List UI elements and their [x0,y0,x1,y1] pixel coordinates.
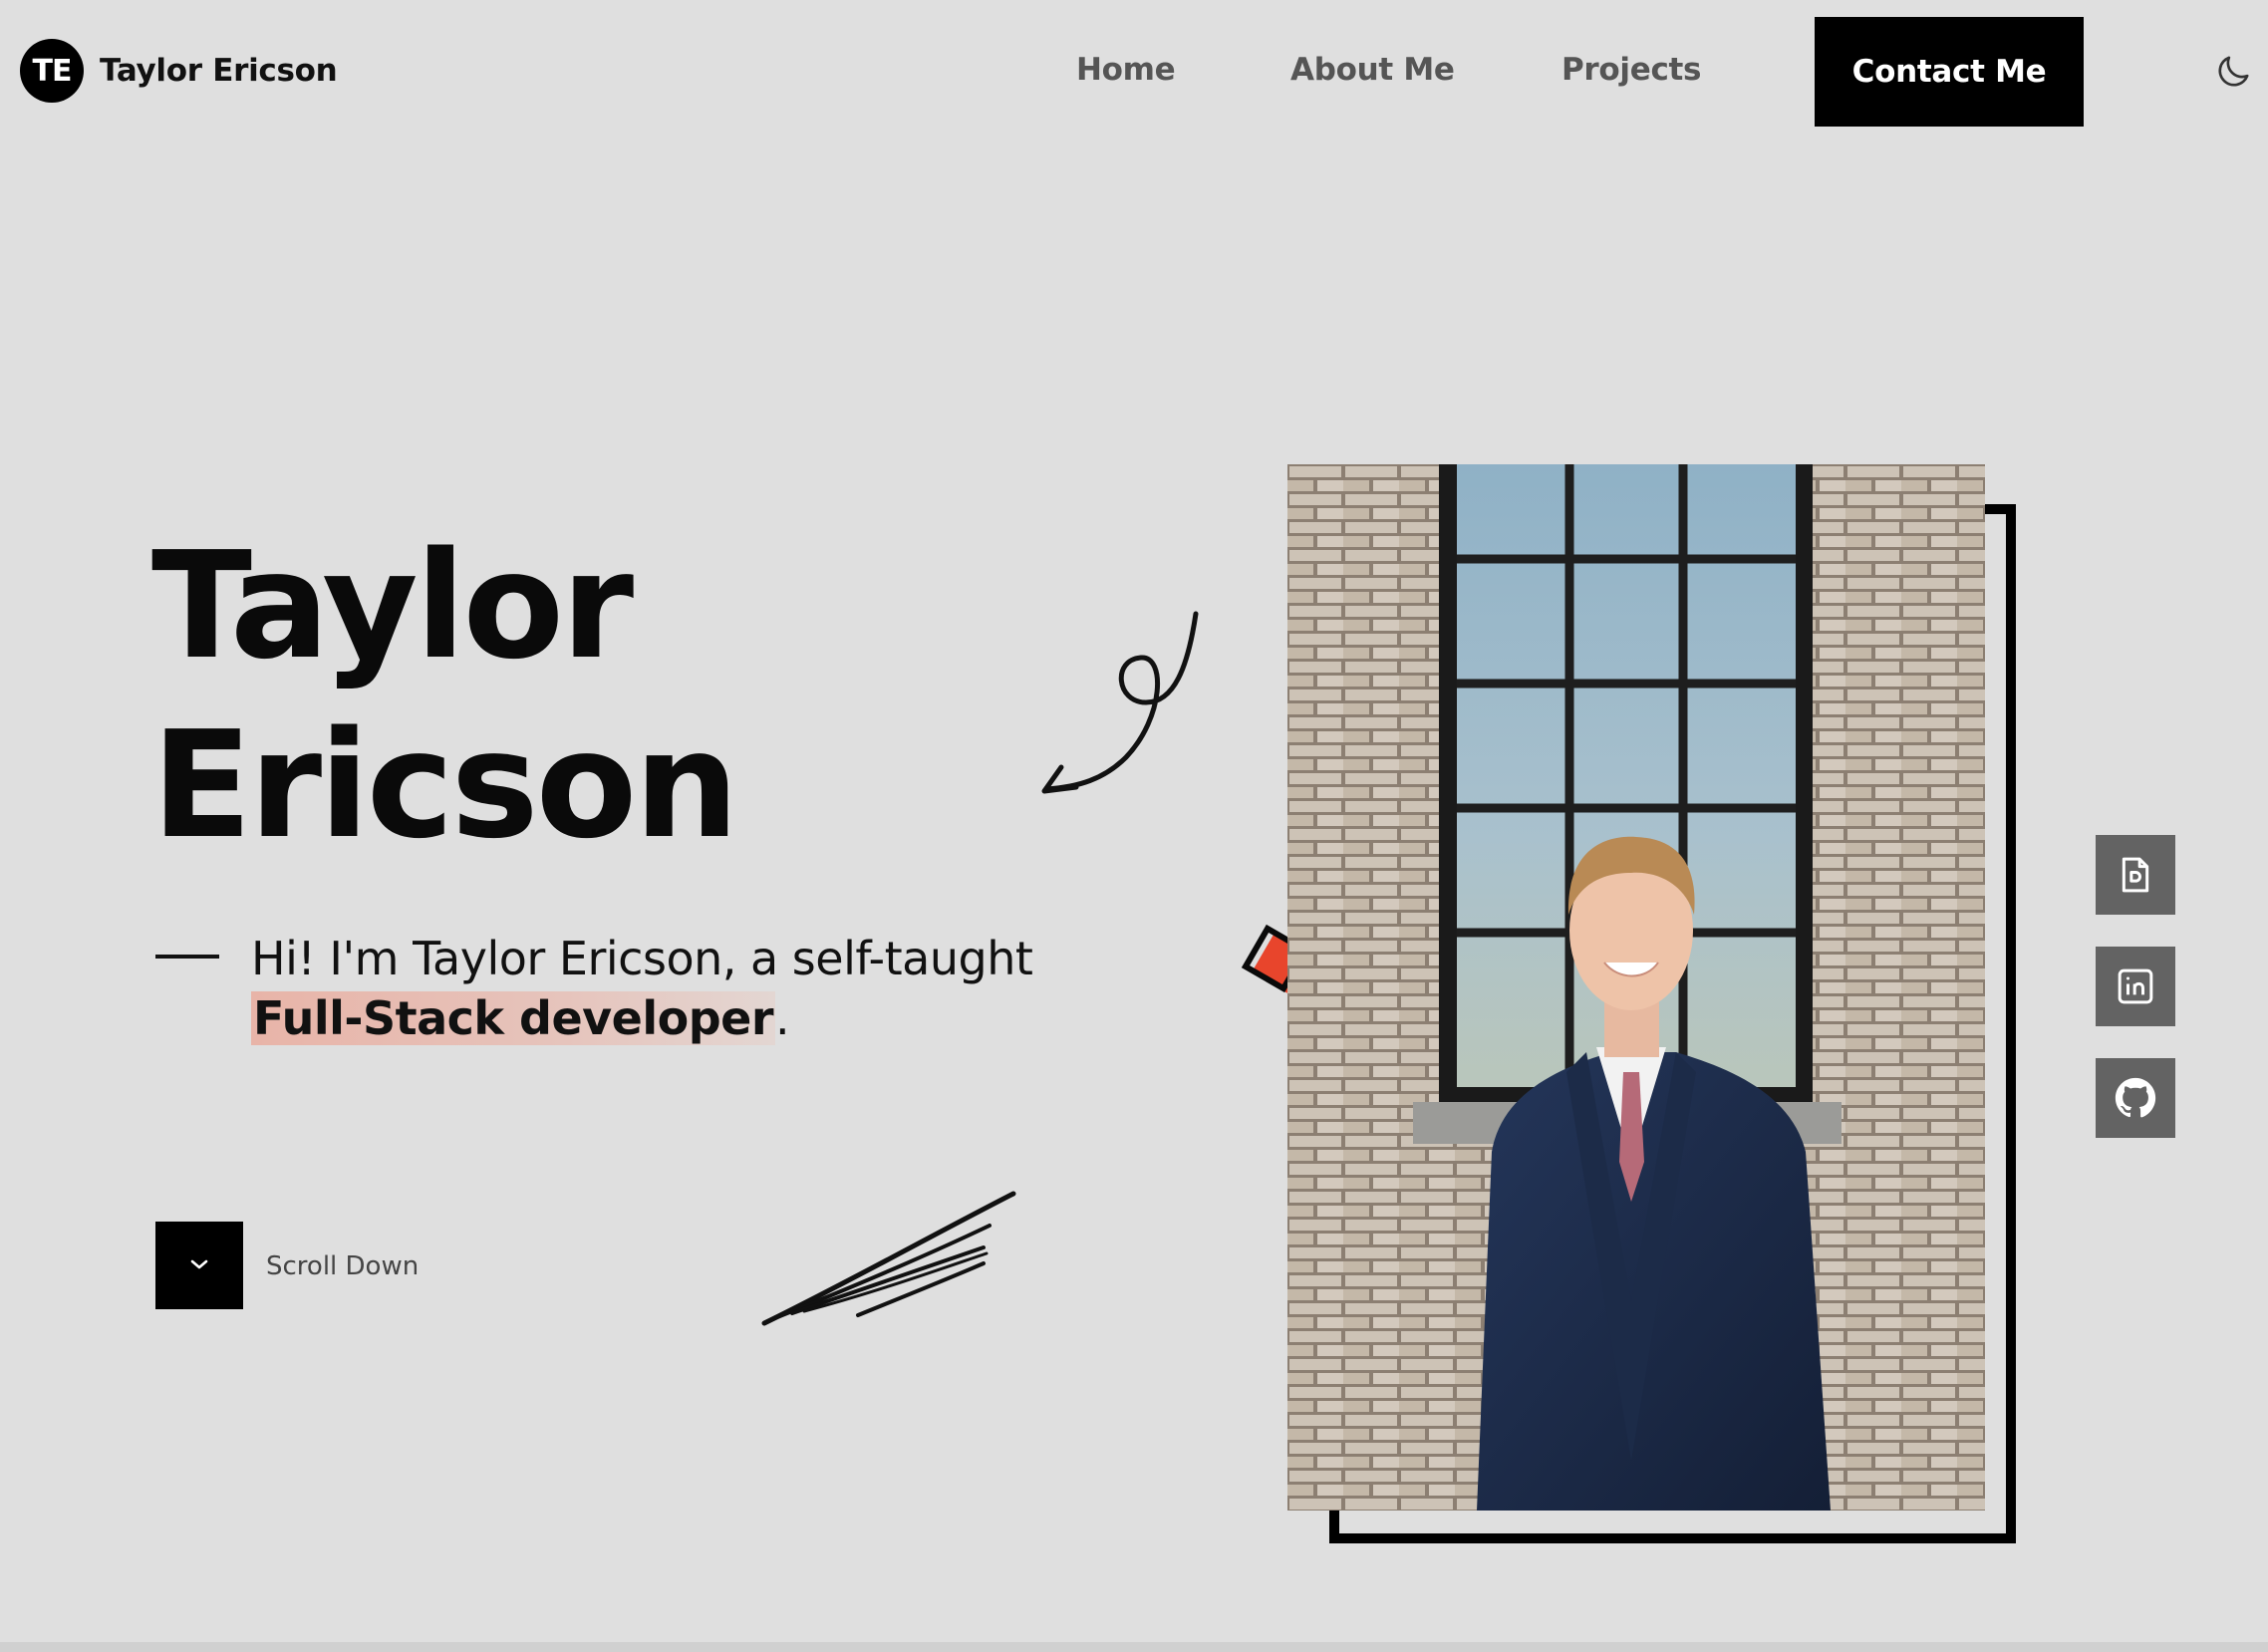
hero-name-line1: Taylor [151,520,634,691]
contact-me-button[interactable]: Contact Me [1815,17,2084,127]
nav-projects-link[interactable]: Projects [1561,52,1702,88]
hero-name-line2: Ericson [151,699,739,871]
logo-badge: TE [20,39,84,103]
chevron-down-icon [190,1259,208,1269]
intro-text: Hi! I'm Taylor Ericson, a self-taught Ful… [251,929,1108,1048]
resume-icon [2122,857,2149,893]
intro-suffix: . [775,991,790,1045]
hero-name: Taylor Ericson [151,516,739,875]
linkedin-icon [2118,968,2153,1004]
intro-prefix: Hi! I'm Taylor Ericson, a self-taught [251,932,1033,985]
scroll-down-label: Scroll Down [266,1251,420,1281]
resume-button[interactable] [2096,835,2175,915]
logo-name: Taylor Ericson [100,53,338,89]
intro-dash [155,955,219,959]
curly-arrow-doodle [1041,611,1199,794]
github-icon [2115,1077,2156,1118]
linkedin-button[interactable] [2096,947,2175,1026]
logo[interactable]: TE Taylor Ericson [20,39,338,103]
github-button[interactable] [2096,1058,2175,1138]
scribble-doodle [761,1191,1016,1326]
bottom-divider [0,1642,2268,1652]
moon-icon[interactable] [2213,52,2253,92]
nav-about-link[interactable]: About Me [1290,52,1455,88]
scroll-down-button[interactable] [155,1222,243,1309]
profile-photo [1287,464,1985,1511]
intro-highlight: Full-Stack developer [251,991,776,1045]
nav-home-link[interactable]: Home [1076,52,1176,88]
